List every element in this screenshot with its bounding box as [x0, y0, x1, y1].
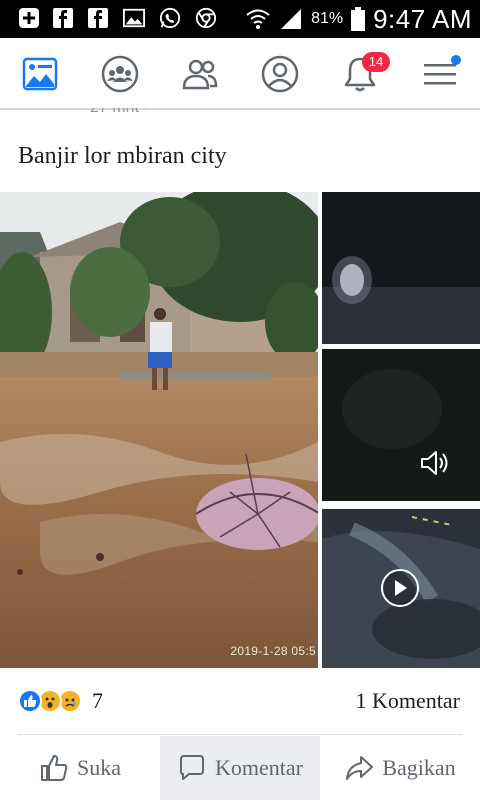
notification-badge: 14	[362, 52, 390, 72]
like-button[interactable]: Suka	[0, 736, 160, 800]
status-bar: 81% 9:47 AM	[0, 0, 480, 38]
reactions-summary[interactable]: 7	[18, 686, 103, 716]
comment-label: Komentar	[215, 755, 303, 780]
volume-icon[interactable]	[418, 447, 450, 479]
post-photo-main[interactable]: 2019-1-28 05:5	[0, 192, 318, 668]
thumbs-up-icon	[41, 755, 68, 781]
battery-percent: 81%	[311, 10, 344, 27]
clock: 9:47 AM	[373, 3, 472, 34]
play-button[interactable]	[381, 569, 419, 607]
menu-indicator-dot	[451, 55, 461, 65]
top-nav-bar	[0, 38, 480, 110]
facebook-icon	[52, 7, 74, 29]
share-button[interactable]: Bagikan	[320, 736, 480, 800]
post-meta: 27 mnt ·	[18, 108, 478, 118]
comment-button[interactable]: Komentar	[160, 736, 320, 800]
share-label: Bagikan	[382, 755, 456, 780]
comment-count-link[interactable]: 1 Komentar	[356, 688, 460, 714]
facebook-icon	[87, 7, 109, 29]
chrome-icon	[195, 7, 217, 29]
image-icon	[123, 7, 145, 29]
photo-timestamp: 2019-1-28 05:5	[230, 644, 316, 658]
comment-icon	[180, 755, 205, 780]
add-icon	[18, 7, 40, 29]
play-icon	[395, 580, 407, 596]
share-icon	[346, 756, 374, 780]
like-label: Suka	[77, 755, 121, 780]
reaction-count: 7	[92, 688, 103, 713]
post-text: Banjir lor mbiran city	[18, 143, 227, 169]
post-photo-thumbnail[interactable]	[322, 192, 480, 344]
news-feed-icon[interactable]	[18, 52, 62, 96]
post-time: 27 mnt ·	[90, 108, 149, 116]
groups-icon[interactable]	[98, 52, 142, 96]
battery-icon	[351, 7, 366, 31]
signal-icon	[279, 7, 303, 31]
wifi-icon	[245, 6, 271, 32]
like-reaction-icon	[18, 689, 42, 713]
post-video-thumbnail[interactable]	[322, 509, 480, 668]
whatsapp-icon	[159, 7, 181, 29]
post-video-thumbnail[interactable]	[322, 349, 480, 501]
friends-icon[interactable]	[178, 52, 222, 96]
profile-icon[interactable]	[258, 52, 302, 96]
actions-divider	[18, 734, 462, 735]
